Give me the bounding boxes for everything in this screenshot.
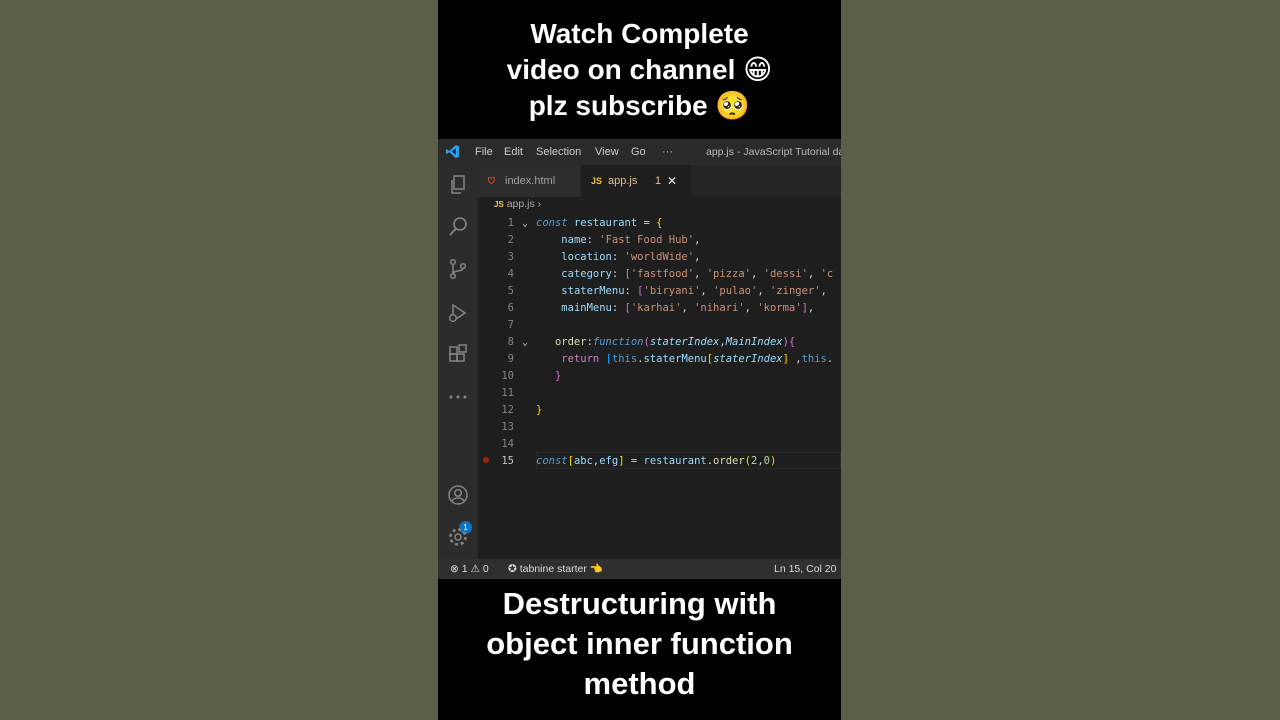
cursor-position[interactable]: Ln 15, Col 20 xyxy=(774,559,836,579)
html-file-icon: ⛉ xyxy=(488,176,495,186)
code-line: return [this.staterMenu[staterIndex] ,th… xyxy=(561,353,834,365)
menu-selection[interactable]: Selection xyxy=(536,146,581,158)
js-file-icon: JS xyxy=(591,176,603,186)
breadcrumb: JS app.js › xyxy=(494,198,541,210)
code-line: order:function(staterIndex,MainIndex){ xyxy=(554,336,796,348)
bottom-caption: Destructuring with object inner function… xyxy=(438,584,841,704)
code-line: staterMenu: ['biryani', 'pulao', 'zinger… xyxy=(561,285,827,297)
line-number: 5 xyxy=(507,285,514,297)
caption-line: method xyxy=(583,666,696,701)
line-number: 13 xyxy=(501,421,514,433)
tab-label: index.html xyxy=(505,175,556,187)
line-number: 10 xyxy=(501,370,514,382)
menu-file[interactable]: File xyxy=(475,146,493,158)
line-number: 11 xyxy=(501,387,514,399)
breadcrumb-file[interactable]: app.js xyxy=(507,198,535,210)
line-number: 1 xyxy=(507,217,514,229)
fold-chevron-icon[interactable]: ⌄ xyxy=(522,334,530,351)
tab-label: app.js xyxy=(608,175,638,187)
breadcrumb-separator: › xyxy=(537,198,542,210)
error-count: 1 xyxy=(461,563,468,575)
title-bar: File Edit Selection View Go ··· app.js -… xyxy=(438,139,841,165)
code-line: } xyxy=(554,370,562,382)
vscode-logo-icon xyxy=(445,144,460,159)
line-number: 7 xyxy=(507,319,514,331)
menu-view[interactable]: View xyxy=(595,146,619,158)
code-line: location: 'worldWide', xyxy=(561,251,701,263)
window-title: app.js - JavaScript Tutorial day xyxy=(706,146,841,158)
code-line: mainMenu: ['karhai', 'nihari', 'korma'], xyxy=(561,302,815,314)
code-line-active: const[abc,efg] = restaurant.order(2,0) xyxy=(536,455,777,467)
editor-tabs: ⛉ index.html JS app.js 1 ✕ xyxy=(478,165,841,197)
tab-index-html[interactable]: ⛉ index.html xyxy=(478,165,581,197)
status-bar: ⊗ 1 ⚠ 0 ✪ tabnine starter 👈 Ln 15, Col 2… xyxy=(438,559,841,579)
caption-line: plz subscribe 🥺 xyxy=(528,90,751,121)
extensions-icon[interactable] xyxy=(446,343,470,367)
line-number: 2 xyxy=(507,234,514,246)
menu-more[interactable]: ··· xyxy=(662,146,673,158)
error-icon: ⊗ xyxy=(450,563,459,575)
tabnine-status[interactable]: ✪ tabnine starter 👈 xyxy=(508,559,603,579)
caption-line: video on channel 😁 xyxy=(506,54,773,85)
menu-go[interactable]: Go xyxy=(631,146,646,158)
line-number: 4 xyxy=(507,268,514,280)
line-number-active: 15 xyxy=(501,455,514,467)
line-number: 8 xyxy=(507,336,514,348)
line-number: 14 xyxy=(501,438,514,450)
caption-line: Watch Complete xyxy=(530,18,749,49)
fold-chevron-icon[interactable]: ⌄ xyxy=(522,215,530,232)
caption-line: Destructuring with xyxy=(502,586,777,621)
video-frame: Watch Complete video on channel 😁 plz su… xyxy=(438,0,841,720)
problems-status[interactable]: ⊗ 1 ⚠ 0 xyxy=(450,559,489,579)
code-line: const restaurant = { xyxy=(536,217,663,229)
warning-icon: ⚠ xyxy=(470,563,480,575)
code-editor[interactable]: 1 2 3 4 5 6 7 8 9 10 11 12 13 14 15 ⌄ ⌄ … xyxy=(478,215,841,559)
tabnine-label: tabnine starter xyxy=(519,563,587,575)
settings-gear-icon[interactable] xyxy=(446,525,470,549)
line-number: 6 xyxy=(507,302,514,314)
close-tab-icon[interactable]: ✕ xyxy=(667,165,677,197)
source-control-icon[interactable] xyxy=(446,257,470,281)
left-backdrop xyxy=(0,0,438,720)
problem-count: 1 xyxy=(655,175,662,187)
code-line: category: ['fastfood', 'pizza', 'dessi',… xyxy=(561,268,834,280)
code-line: } xyxy=(536,404,543,416)
hand-pointing-icon: 👈 xyxy=(589,563,603,575)
tab-app-js[interactable]: JS app.js 1 ✕ xyxy=(581,165,691,197)
menu-edit[interactable]: Edit xyxy=(504,146,523,158)
line-number: 3 xyxy=(507,251,514,263)
explorer-icon[interactable] xyxy=(446,173,470,197)
vscode-window: File Edit Selection View Go ··· app.js -… xyxy=(438,139,841,579)
warning-count: 0 xyxy=(482,563,489,575)
code-line: name: 'Fast Food Hub', xyxy=(561,234,701,246)
accounts-icon[interactable] xyxy=(446,483,470,507)
run-debug-icon[interactable] xyxy=(446,301,470,325)
line-number: 9 xyxy=(507,353,514,365)
caption-line: object inner function xyxy=(486,626,793,661)
search-icon[interactable] xyxy=(446,215,470,239)
right-backdrop xyxy=(841,0,1280,720)
top-caption: Watch Complete video on channel 😁 plz su… xyxy=(438,16,841,124)
more-views-icon[interactable] xyxy=(446,385,470,409)
activity-bar: 1 xyxy=(438,165,478,559)
tabnine-icon: ✪ xyxy=(508,563,517,575)
line-number: 12 xyxy=(501,404,514,416)
js-file-icon: JS xyxy=(494,200,504,209)
